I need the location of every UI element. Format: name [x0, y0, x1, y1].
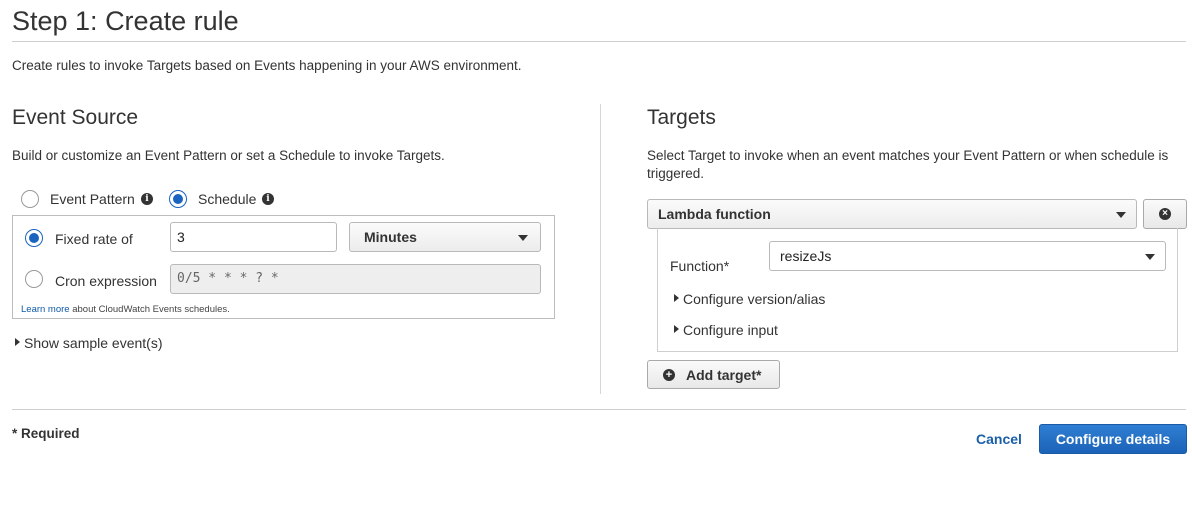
rate-unit-value: Minutes [364, 229, 417, 245]
column-divider [600, 104, 601, 394]
learn-more-link[interactable]: Learn more [21, 304, 70, 315]
add-target-label: Add target* [686, 367, 762, 383]
expand-triangle-icon [15, 338, 20, 346]
fixed-rate-input[interactable]: 3 [170, 222, 337, 252]
schedule-label: Schedule [198, 191, 257, 207]
required-note: * Required [12, 426, 80, 441]
schedule-option[interactable]: Schedule i [169, 189, 279, 209]
rate-unit-select[interactable]: Minutes [349, 222, 541, 252]
configure-version-label: Configure version/alias [683, 291, 826, 307]
event-pattern-label: Event Pattern [50, 191, 135, 207]
function-value: resizeJs [780, 248, 832, 264]
expand-triangle-icon [674, 294, 679, 302]
event-pattern-radio[interactable] [21, 190, 39, 208]
cron-expression-radio[interactable] [25, 270, 43, 288]
add-icon: + [663, 369, 675, 381]
chevron-down-icon [1145, 254, 1155, 260]
remove-target-icon: × [1159, 208, 1171, 220]
title-divider [12, 41, 1186, 42]
target-type-value: Lambda function [658, 206, 771, 222]
schedule-help-text: Learn more about CloudWatch Events sched… [21, 304, 230, 316]
add-target-button[interactable]: + Add target* [647, 360, 780, 389]
configure-version-toggle[interactable]: Configure version/alias [674, 289, 854, 307]
fixed-rate-label: Fixed rate of [55, 231, 133, 247]
remove-target-button[interactable]: × [1143, 199, 1187, 229]
schedule-panel: Fixed rate of 3 Minutes Cron expression … [12, 215, 555, 319]
targets-title: Targets [647, 106, 716, 129]
footer-divider [12, 409, 1186, 410]
target-details-panel: Function* resizeJs Configure version/ali… [657, 228, 1178, 352]
function-label: Function* [670, 258, 730, 274]
event-source-description: Build or customize an Event Pattern or s… [12, 148, 445, 163]
expand-triangle-icon [674, 325, 679, 333]
fixed-rate-radio[interactable] [25, 229, 43, 247]
learn-more-rest: about CloudWatch Events schedules. [69, 304, 230, 315]
cancel-button[interactable]: Cancel [976, 431, 1022, 447]
schedule-radio[interactable] [169, 190, 187, 208]
configure-details-button[interactable]: Configure details [1039, 424, 1187, 454]
chevron-down-icon [518, 235, 528, 241]
cron-expression-input[interactable]: 0/5 * * * ? * [170, 264, 541, 294]
info-icon[interactable]: i [262, 193, 274, 205]
targets-description: Select Target to invoke when an event ma… [647, 148, 1169, 181]
page-intro: Create rules to invoke Targets based on … [12, 58, 522, 73]
info-icon[interactable]: i [141, 193, 153, 205]
page-title: Step 1: Create rule [12, 6, 239, 36]
show-sample-events-toggle[interactable]: Show sample event(s) [14, 334, 174, 352]
target-type-select[interactable]: Lambda function [647, 199, 1137, 229]
function-select[interactable]: resizeJs [769, 241, 1166, 271]
chevron-down-icon [1116, 212, 1126, 218]
configure-input-label: Configure input [683, 322, 778, 338]
show-sample-events-label: Show sample event(s) [24, 335, 163, 351]
configure-input-toggle[interactable]: Configure input [674, 320, 814, 338]
cron-expression-label: Cron expression [55, 273, 157, 289]
event-pattern-option[interactable]: Event Pattern i [21, 189, 153, 209]
event-source-title: Event Source [12, 106, 139, 129]
